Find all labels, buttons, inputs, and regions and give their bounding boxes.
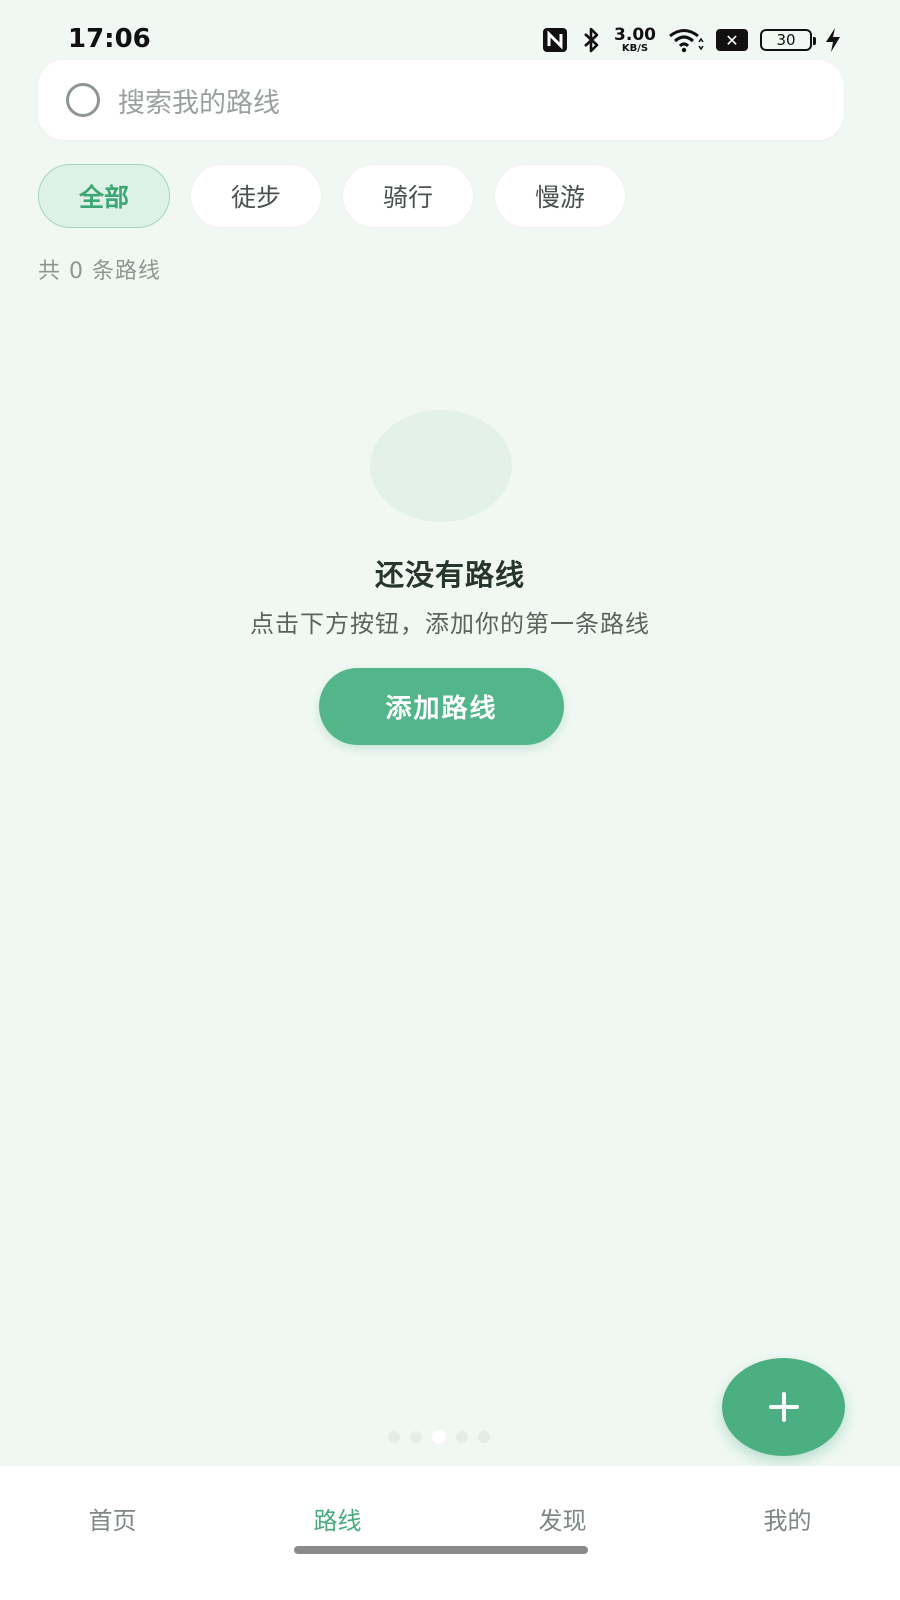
net-speed-value: 3.00 <box>614 24 656 45</box>
status-icons: 3.00 KB/S ✕ 30 <box>542 24 842 56</box>
empty-state-title: 还没有路线 <box>374 558 525 592</box>
search-placeholder: 搜索我的路线 <box>118 87 280 119</box>
filter-chip-all[interactable]: 全部 <box>38 164 170 228</box>
nav-item-home[interactable]: 首页 <box>0 1466 225 1570</box>
page-dot <box>456 1431 468 1443</box>
sim-off-icon: ✕ <box>716 29 748 51</box>
charging-bolt-icon <box>826 28 840 52</box>
net-speed-unit: KB/S <box>621 42 649 54</box>
search-icon <box>66 83 100 117</box>
page-dot <box>410 1431 422 1443</box>
add-fab-button[interactable] <box>722 1358 845 1456</box>
battery-icon: 30 <box>760 29 816 51</box>
bluetooth-icon <box>584 27 599 53</box>
bottom-nav: 首页 路线 发现 我的 <box>0 1466 900 1600</box>
page-dot-active <box>432 1430 446 1444</box>
nav-item-me[interactable]: 我的 <box>675 1466 900 1570</box>
status-bar: 17:06 3.00 KB/S ✕ 30 <box>0 0 900 60</box>
search-input[interactable]: 搜索我的路线 <box>38 60 844 140</box>
wifi-icon <box>669 29 704 53</box>
filter-chips: 全部 徒步 骑行 慢游 <box>38 164 626 228</box>
status-time: 17:06 <box>68 24 151 54</box>
nav-item-routes[interactable]: 路线 <box>225 1466 450 1570</box>
filter-chip-cycling[interactable]: 骑行 <box>342 164 474 228</box>
page-dot <box>478 1431 490 1443</box>
filter-chip-leisure[interactable]: 慢游 <box>494 164 626 228</box>
nfc-icon <box>543 28 568 52</box>
page-dot <box>388 1431 400 1443</box>
page-indicator <box>388 1430 490 1444</box>
filter-chip-hiking[interactable]: 徒步 <box>190 164 322 228</box>
empty-state-subtitle: 点击下方按钮，添加你的第一条路线 <box>250 610 650 638</box>
home-indicator[interactable] <box>294 1546 588 1554</box>
route-count: 共 0 条路线 <box>38 259 161 284</box>
empty-state-illustration <box>370 410 512 522</box>
plus-icon <box>768 1392 799 1422</box>
net-speed: 3.00 KB/S <box>614 24 656 54</box>
add-route-button[interactable]: 添加路线 <box>319 668 564 745</box>
nav-item-discover[interactable]: 发现 <box>450 1466 675 1570</box>
